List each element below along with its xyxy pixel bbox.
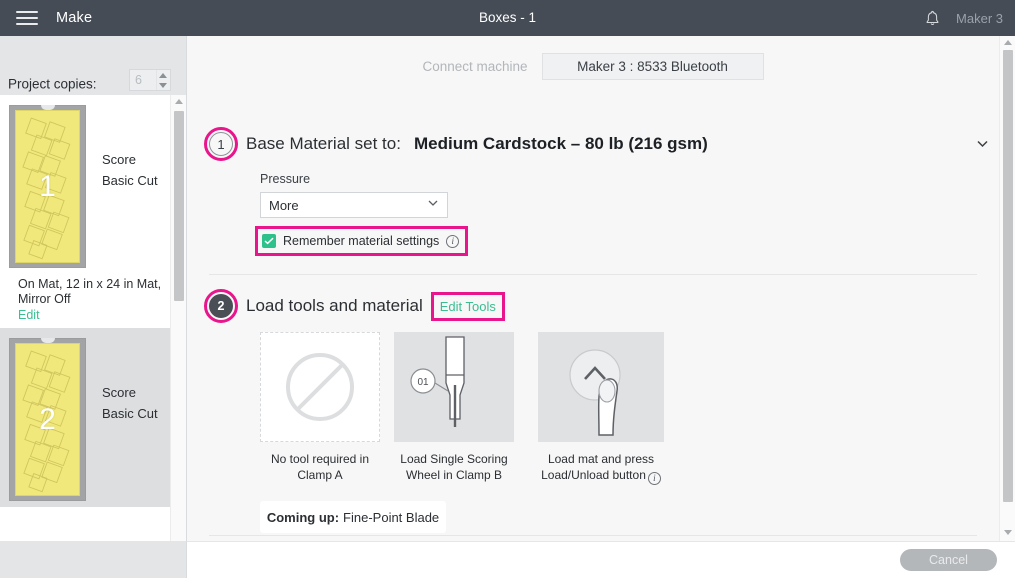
sidebar-scrollbar[interactable] — [170, 95, 186, 578]
pressure-selected-value: More — [269, 197, 299, 213]
mat-material-preview: 1 — [15, 110, 80, 263]
mat-operations-2: Score Basic Cut — [102, 338, 158, 424]
notification-bell-icon[interactable] — [925, 10, 940, 27]
scroll-down-icon[interactable] — [1004, 530, 1012, 535]
mat-edit-button-1[interactable]: Edit — [9, 307, 172, 322]
tool-number-label: 01 — [417, 377, 429, 388]
pressure-block: Pressure More Remember material settings… — [254, 172, 977, 256]
tool-card-clamp-b[interactable]: 01 Load Single Scoring Wheel in Clamp B — [394, 332, 514, 485]
mat-row: 2 Score Basic Cut — [9, 338, 172, 501]
mat-thumbnail-2[interactable]: 2 — [9, 338, 86, 501]
top-bar-right: Maker 3 — [925, 0, 1003, 36]
stepper-up-icon[interactable] — [158, 72, 167, 78]
remember-material-settings-row[interactable]: Remember material settings i — [254, 226, 469, 256]
load-tools-label: Load tools and material — [246, 296, 423, 315]
pressure-label: Pressure — [260, 172, 311, 186]
coming-up-value: Fine-Point Blade — [343, 509, 440, 525]
coming-up-prefix: Coming up: — [266, 509, 340, 525]
step-1-badge: 1 — [204, 127, 238, 161]
connect-machine-label: Connect machine — [422, 58, 528, 74]
section-divider — [209, 274, 977, 275]
tool-card-label-line1: Load Single Scoring — [400, 452, 508, 466]
step-1-section: 1 Base Material set to: Medium Cardstock… — [204, 127, 988, 256]
press-load-unload-button-icon — [569, 349, 621, 436]
footer-bar: Cancel — [187, 541, 1015, 578]
info-icon[interactable]: i — [446, 234, 460, 248]
mat-operations-1: Score Basic Cut — [102, 105, 158, 191]
project-copies-label: Project copies: — [8, 76, 97, 92]
sidebar-scrollbar-thumb[interactable] — [174, 111, 184, 301]
tool-card-label: Load mat and press Load/Unload button i — [528, 451, 674, 485]
step-1-header: 1 Base Material set to: Medium Cardstock… — [204, 127, 988, 161]
base-material-label: Base Material set to: — [246, 134, 401, 153]
mat-list-item-1[interactable]: 1 Score Basic Cut On Mat, 12 in x 24 in … — [0, 95, 172, 328]
stepper-down-icon[interactable] — [158, 82, 167, 88]
mat-list-item-2[interactable]: 2 Score Basic Cut — [0, 328, 172, 507]
mat-meta-1: On Mat, 12 in x 24 in Mat, Mirror Off — [18, 277, 162, 306]
tool-card-label-line1: No tool required in — [270, 452, 370, 466]
mat-list: 1 Score Basic Cut On Mat, 12 in x 24 in … — [0, 95, 186, 578]
project-copies-value: 6 — [135, 73, 142, 87]
tool-card-label-line2: Load/Unload button — [541, 468, 646, 482]
tool-card-image — [260, 332, 380, 442]
section-divider — [209, 535, 977, 536]
main-scrollbar-thumb[interactable] — [1003, 50, 1013, 502]
make-screen: Make Boxes - 1 Maker 3 Project copies: 6 — [0, 0, 1015, 578]
coming-up-button[interactable]: Coming up: Fine-Point Blade — [260, 501, 446, 533]
page-title: Boxes - 1 — [478, 10, 537, 25]
footer-left-spacer — [0, 541, 187, 578]
connect-machine-row: Connect machine Maker 3 : 8533 Bluetooth — [187, 36, 999, 96]
project-copies-panel: Project copies: 6 Apply — [0, 36, 186, 119]
mat-operation: Score — [102, 385, 136, 400]
mat-operation: Basic Cut — [102, 406, 158, 421]
chevron-down-icon[interactable] — [976, 137, 989, 150]
mat-row: 1 Score Basic Cut — [9, 105, 172, 268]
no-tool-required-icon — [286, 353, 354, 421]
mat-material-preview: 2 — [15, 343, 80, 496]
tool-card-label-line2: Wheel in Clamp B — [405, 468, 503, 482]
stepper-arrows[interactable] — [156, 70, 170, 90]
tool-card-image — [538, 332, 664, 442]
make-main-panel: Connect machine Maker 3 : 8533 Bluetooth… — [187, 36, 1015, 541]
edit-tools-button[interactable]: Edit Tools — [430, 291, 505, 321]
top-bar: Make Boxes - 1 Maker 3 — [0, 0, 1015, 36]
tool-card-image: 01 — [394, 332, 514, 442]
tool-cards: No tool required in Clamp A 01 Load Sing… — [260, 332, 977, 485]
mat-operation: Score — [102, 152, 136, 167]
tool-card-label: No tool required in Clamp A — [260, 451, 380, 483]
tool-card-clamp-a[interactable]: No tool required in Clamp A — [260, 332, 380, 485]
chevron-down-icon — [427, 196, 439, 214]
mat-operation: Basic Cut — [102, 173, 158, 188]
info-icon[interactable]: i — [647, 472, 661, 485]
step-2-section: 2 Load tools and material Edit Tools No … — [204, 289, 977, 533]
remember-material-label: Remember material settings — [283, 234, 440, 248]
tool-card-label-line2: Clamp A — [297, 468, 343, 482]
base-material-value[interactable]: Medium Cardstock – 80 lb (216 gsm) — [414, 134, 708, 154]
mat-number-1: 1 — [39, 169, 56, 203]
machine-label[interactable]: Maker 3 — [956, 11, 1003, 26]
cancel-button[interactable]: Cancel — [900, 549, 997, 571]
step-2-badge: 2 — [204, 289, 238, 323]
hamburger-icon[interactable] — [16, 11, 38, 25]
mat-sidebar: Project copies: 6 Apply — [0, 36, 187, 578]
pressure-select[interactable]: More — [260, 192, 448, 218]
remember-material-checkbox[interactable] — [262, 234, 276, 248]
scroll-up-icon[interactable] — [175, 99, 183, 104]
mat-thumbnail-1[interactable]: 1 — [9, 105, 86, 268]
tool-card-load-mat[interactable]: Load mat and press Load/Unload button i — [528, 332, 674, 485]
tool-card-label: Load Single Scoring Wheel in Clamp B — [394, 451, 514, 483]
scroll-up-icon[interactable] — [1004, 40, 1012, 45]
scoring-wheel-tool-icon: 01 — [410, 336, 465, 427]
app-title: Make — [56, 10, 93, 26]
step-2-header: 2 Load tools and material Edit Tools — [204, 289, 977, 323]
mat-number-2: 2 — [39, 402, 56, 436]
main-scrollbar[interactable] — [999, 36, 1015, 541]
machine-select-button[interactable]: Maker 3 : 8533 Bluetooth — [541, 52, 764, 80]
project-copies-stepper[interactable]: 6 — [129, 69, 171, 91]
tool-card-label-line1: Load mat and press — [547, 452, 655, 466]
